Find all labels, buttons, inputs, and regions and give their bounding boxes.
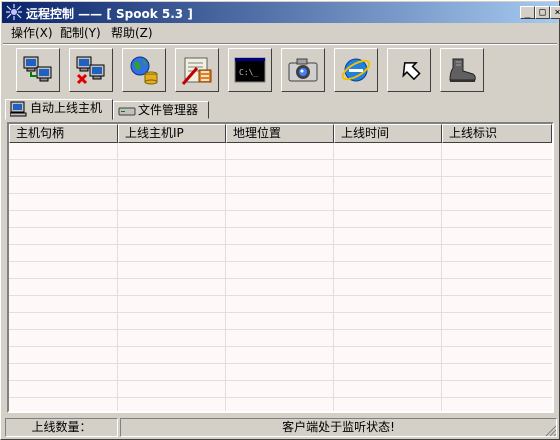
kick-button[interactable] [440,48,484,92]
status-online-count: 上线数量： [5,418,118,437]
menu-operate[interactable]: 操作(X) [7,25,57,41]
connect-button[interactable] [16,48,60,92]
disconnect-button[interactable] [69,48,113,92]
globe-server-icon [130,56,158,85]
menu-bar: 操作(X) 配制(Y) 帮助(Z) [3,23,557,43]
internet-explorer-icon [341,58,371,82]
connect-computers-icon [23,56,52,82]
screenshot-button[interactable] [281,48,325,92]
status-message: 客户端处于监听状态! [120,418,557,437]
browser-button[interactable] [334,48,378,92]
tab-auto-online-hosts[interactable]: 自动上线主机 [5,99,113,120]
app-spider-icon [6,4,22,20]
drive-icon [118,107,136,116]
menu-help[interactable]: 帮助(Z) [107,25,157,41]
minimize-button[interactable]: _ [520,6,535,19]
cmd-prompt-text: C:\_ [239,68,258,77]
column-online-time[interactable]: 上线时间 [334,124,442,143]
arrow-exit-icon [402,62,421,81]
settings-tools-icon [181,57,212,85]
tab-strip: 自动上线主机 文件管理器 [5,99,557,121]
boot-icon [449,58,476,82]
command-prompt-button[interactable]: C:\_ [228,48,272,92]
list-header: 主机句柄 上线主机IP 地理位置 上线时间 上线标识 [9,124,552,143]
menu-config[interactable]: 配制(Y) [56,25,105,41]
exit-button[interactable] [387,48,431,92]
window-title: 远程控制 —— [ Spook 5.3 ] [26,7,193,21]
column-online-tag[interactable]: 上线标识 [442,124,552,143]
tab-file-manager[interactable]: 文件管理器 [113,101,209,119]
column-location[interactable]: 地理位置 [226,124,334,143]
tab-label: 自动上线主机 [30,101,103,115]
title-bar[interactable]: 远程控制 —— [ Spook 5.3 ] _ □ × [2,2,560,23]
settings-button[interactable] [175,48,219,92]
maximize-button[interactable]: □ [535,6,550,19]
list-body[interactable] [9,143,552,411]
column-online-ip[interactable]: 上线主机IP [118,124,226,143]
main-window: 远程控制 —— [ Spook 5.3 ] _ □ × 操作(X) 配制(Y) … [0,0,560,440]
close-button[interactable]: × [550,6,560,19]
camera-icon [288,58,318,82]
host-list[interactable]: 主机句柄 上线主机IP 地理位置 上线时间 上线标识 [7,122,554,413]
command-prompt-icon: C:\_ [234,57,266,83]
disconnect-computers-icon [76,56,105,85]
tab-label: 文件管理器 [138,103,199,117]
toolbar-separator [3,43,557,45]
computer-icon [10,101,27,117]
globe-server-button[interactable] [122,48,166,92]
column-host-handle[interactable]: 主机句柄 [9,124,118,143]
resize-grip-icon[interactable] [545,425,557,437]
